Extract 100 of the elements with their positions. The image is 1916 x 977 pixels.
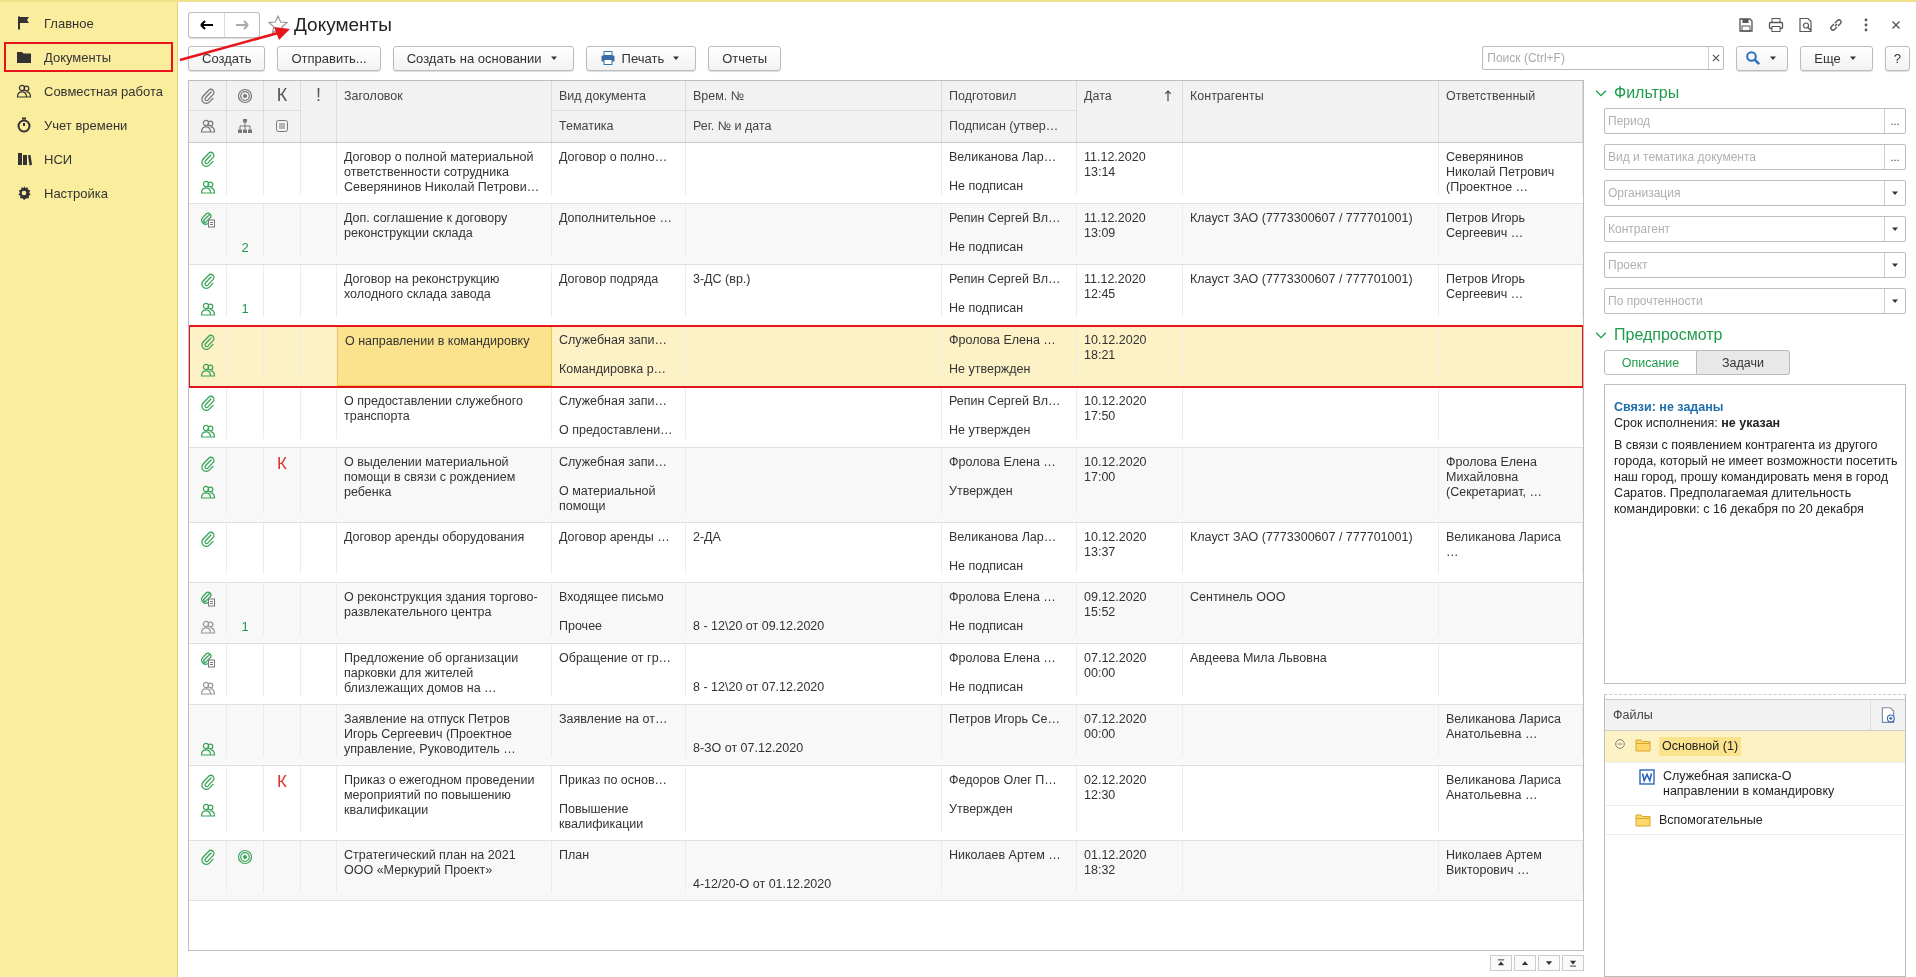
paperclip-icon (199, 849, 216, 865)
people-icon (16, 83, 32, 99)
toolbar-button[interactable]: Отправить... (277, 45, 381, 71)
filter-input[interactable]: Период (1605, 109, 1884, 133)
paperclip-icon[interactable] (199, 87, 216, 104)
paperclip-icon (199, 774, 216, 790)
column-header[interactable]: Ответственный (1446, 89, 1536, 103)
first-icon (1496, 958, 1506, 968)
table-cell-text: Служебная запи… (559, 333, 669, 348)
table-cell-text: Заявление на от… (559, 712, 669, 727)
filter-field[interactable]: Вид и тематика документа ... (1604, 144, 1906, 170)
stopwatch-icon (16, 117, 32, 133)
sidebar-item[interactable]: Совместная работа (4, 76, 173, 106)
table-cell: Повышение квалификации (559, 802, 644, 831)
print-icon[interactable] (1768, 17, 1784, 33)
file-tree-item[interactable]: Служебная записка-О направлении в командировку (1605, 763, 1905, 806)
table-row[interactable]: Стратегический план на 2021 ООО «Меркурий Проект» План 4-12/20-О от 01.12.2020 Николаев Артем … 01.12.2020 18:32 Николаев Артем Викторович … (189, 841, 1583, 901)
target-icon[interactable] (237, 87, 253, 104)
preview-tab[interactable]: Описание (1604, 350, 1697, 375)
link-icon[interactable] (1828, 17, 1844, 33)
column-header[interactable]: Вид документа (559, 88, 647, 103)
people-icon (199, 362, 216, 378)
table-cell-text: Договор о полно… (559, 150, 669, 165)
table-row[interactable]: 1 О реконструкция здания торгово-развлекательного центра Входящее письмо Прочее 8 - 12\20 от 09.12.2020 Фролова Елена … Не подписан 09.12.2020 15:52 Сентинель ООО (189, 583, 1583, 644)
filter-field[interactable]: Период ... (1604, 108, 1906, 134)
sidebar-item[interactable]: НСИ (4, 144, 173, 174)
search-field[interactable]: Поиск (Ctrl+F) (1482, 46, 1725, 70)
sidebar-item[interactable]: Учет времени (4, 110, 173, 140)
section-header[interactable]: Фильтры (1594, 82, 1910, 104)
document-title: Доп. соглашение к договору реконструкции склада (344, 211, 509, 241)
links-link[interactable]: Связи: не заданы (1614, 399, 1905, 415)
choose-button[interactable]: ... (1884, 145, 1905, 169)
toolbar-menu-button[interactable]: Создать на основании (392, 45, 574, 71)
previous-row-button[interactable] (1514, 955, 1536, 971)
table-row[interactable]: О направлении в командировку Служебная запи… Командировка р… Фролова Елена … Не утвержден 10.12.2020 18:21 (189, 326, 1583, 387)
sidebar-item[interactable]: Документы (4, 42, 173, 72)
print-button[interactable]: Печать (585, 45, 697, 71)
table-row[interactable]: Заявление на отпуск Петров Игорь Сергеевич (Проектное управление, Руководитель … Заявление на от… 8-ЗО от 07.12.2020 Петров Игорь Се… 07.12.2020 00:00 Великанова Лариса Анатольевна … (189, 705, 1583, 766)
table-cell: Не подписан (949, 240, 1024, 254)
table-cell: 8 - 12\20 от 09.12.2020 (693, 619, 825, 633)
search-input[interactable]: Поиск (Ctrl+F) (1483, 51, 1709, 65)
table-cell-text: Репин Сергей Вл… (949, 272, 1062, 287)
table-cell: О предоставлени… (559, 423, 673, 437)
folder-icon (1635, 812, 1651, 828)
table-cell: Утвержден (949, 802, 1013, 816)
column-header[interactable]: Подготовил (949, 88, 1017, 103)
collapse-icon[interactable] (1613, 737, 1627, 751)
add-file-icon[interactable] (1879, 706, 1897, 724)
first-row-button[interactable] (1490, 955, 1512, 971)
table-cell-text: Клауст ЗАО (7773300607 / 777701001) (1190, 530, 1414, 545)
date-text: 11.12.2020 (1084, 150, 1147, 165)
help-button[interactable]: ? (1884, 45, 1910, 71)
table-cell-text: Николаев Артем Викторович … (1446, 848, 1543, 878)
column-header[interactable]: Врем. № (693, 88, 745, 103)
star-icon[interactable] (268, 15, 288, 35)
table-cell-text: Клауст ЗАО (7773300607 / 777701001) (1190, 211, 1414, 226)
people-icon[interactable] (199, 118, 216, 134)
table-cell: Не подписан (949, 179, 1024, 193)
table-cell: Прочее (559, 619, 603, 633)
table-row[interactable]: К О выделении материальной помощи в связи с рождением ребенка Служебная запи… О материальной помощи Фролова Елена … Утвержден 10.12.2020 17:00 Фролова Елена Михайловна (Секретариат, … (189, 448, 1583, 523)
document-title: О направлении в командировку (345, 334, 531, 349)
toolbar-button[interactable]: Отчеты (708, 45, 782, 71)
last-icon (1568, 958, 1578, 968)
document-paperclip-icon (199, 652, 216, 668)
hierarchy-icon[interactable] (237, 118, 253, 134)
more-button[interactable]: Еще (1800, 45, 1873, 71)
preview-tab[interactable]: Задачи (1697, 350, 1790, 375)
last-row-button[interactable] (1562, 955, 1584, 971)
table-row[interactable]: 2 Доп. соглашение к договору реконструкции склада Дополнительное … Репин Сергей Вл… Не подписан 11.12.2020 13:09 Клауст ЗАО (7773300607 / 777701001) Петров Игорь Сергеевич … (189, 204, 1583, 265)
file-tree-item[interactable]: Основной (1) (1605, 731, 1905, 763)
search-button[interactable] (1736, 45, 1789, 71)
sidebar-item[interactable]: Главное (4, 8, 173, 38)
column-header[interactable]: К (276, 85, 288, 106)
time-text: 13:14 (1084, 165, 1117, 180)
people-icon (199, 179, 216, 195)
choose-button[interactable]: ... (1884, 109, 1905, 133)
document-title: О предоставлении служебного транспорта (344, 394, 524, 424)
column-header[interactable]: Контрагенты (1190, 89, 1264, 103)
filter-input[interactable]: Вид и тематика документа (1605, 145, 1884, 169)
time-text: 15:52 (1084, 605, 1117, 620)
column-header[interactable]: Подписан (утвер… (949, 119, 1059, 133)
sidebar-item[interactable]: Настройка (4, 178, 173, 208)
table-cell-text: Фролова Елена Михайловна (Секретариат, … (1446, 455, 1544, 500)
column-header[interactable]: Дата (1084, 89, 1112, 103)
list-icon[interactable] (274, 118, 290, 134)
gear-icon (16, 185, 32, 201)
section-header[interactable]: Предпросмотр (1594, 324, 1910, 346)
preview-icon[interactable] (1798, 17, 1814, 33)
date-text: 09.12.2020 (1084, 590, 1148, 605)
column-header[interactable]: Тематика (559, 119, 614, 133)
next-row-button[interactable] (1538, 955, 1560, 971)
file-tree-item[interactable]: Вспомогательные (1605, 806, 1905, 835)
column-header[interactable]: Рег. № и дата (693, 119, 772, 133)
save-icon[interactable] (1738, 17, 1754, 33)
time-text: 17:50 (1084, 409, 1117, 424)
table-cell: Не утвержден (949, 423, 1031, 437)
column-header[interactable]: ! (316, 85, 321, 106)
toolbar-button[interactable]: Создать (188, 45, 266, 71)
column-header[interactable]: Заголовок (344, 89, 403, 103)
table-cell: Не подписан (949, 619, 1024, 633)
